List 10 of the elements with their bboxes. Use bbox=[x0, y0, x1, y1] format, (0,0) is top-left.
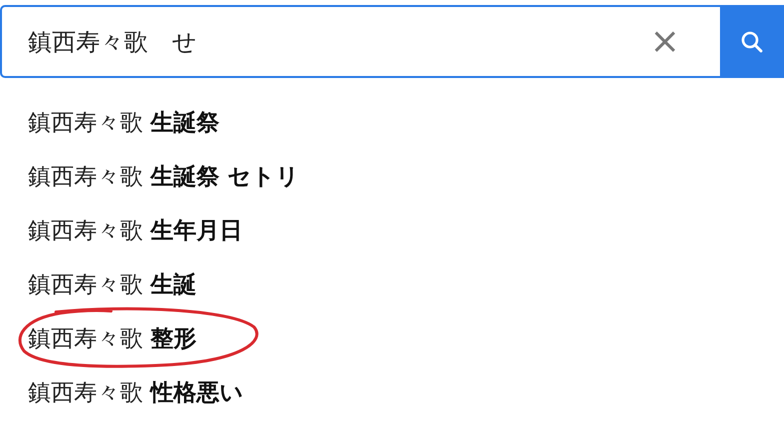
clear-button[interactable]: × bbox=[630, 24, 720, 60]
suggestion-item[interactable]: 鎮西寿々歌 性格悪い bbox=[28, 376, 244, 408]
suggestion-item[interactable]: 鎮西寿々歌 生年月日 bbox=[28, 214, 242, 246]
search-button[interactable] bbox=[720, 5, 784, 78]
suggestion-item[interactable]: 鎮西寿々歌 生誕祭 セトリ bbox=[28, 160, 300, 192]
search-field[interactable]: 鎮西寿々歌 せ × bbox=[0, 5, 720, 78]
suggestion-item[interactable]: 鎮西寿々歌 生誕祭 bbox=[28, 106, 220, 138]
suggestion-item[interactable]: 鎮西寿々歌 整形 bbox=[28, 322, 196, 354]
search-icon bbox=[740, 30, 764, 54]
suggestion-item[interactable]: 鎮西寿々歌 生誕 bbox=[28, 268, 196, 300]
